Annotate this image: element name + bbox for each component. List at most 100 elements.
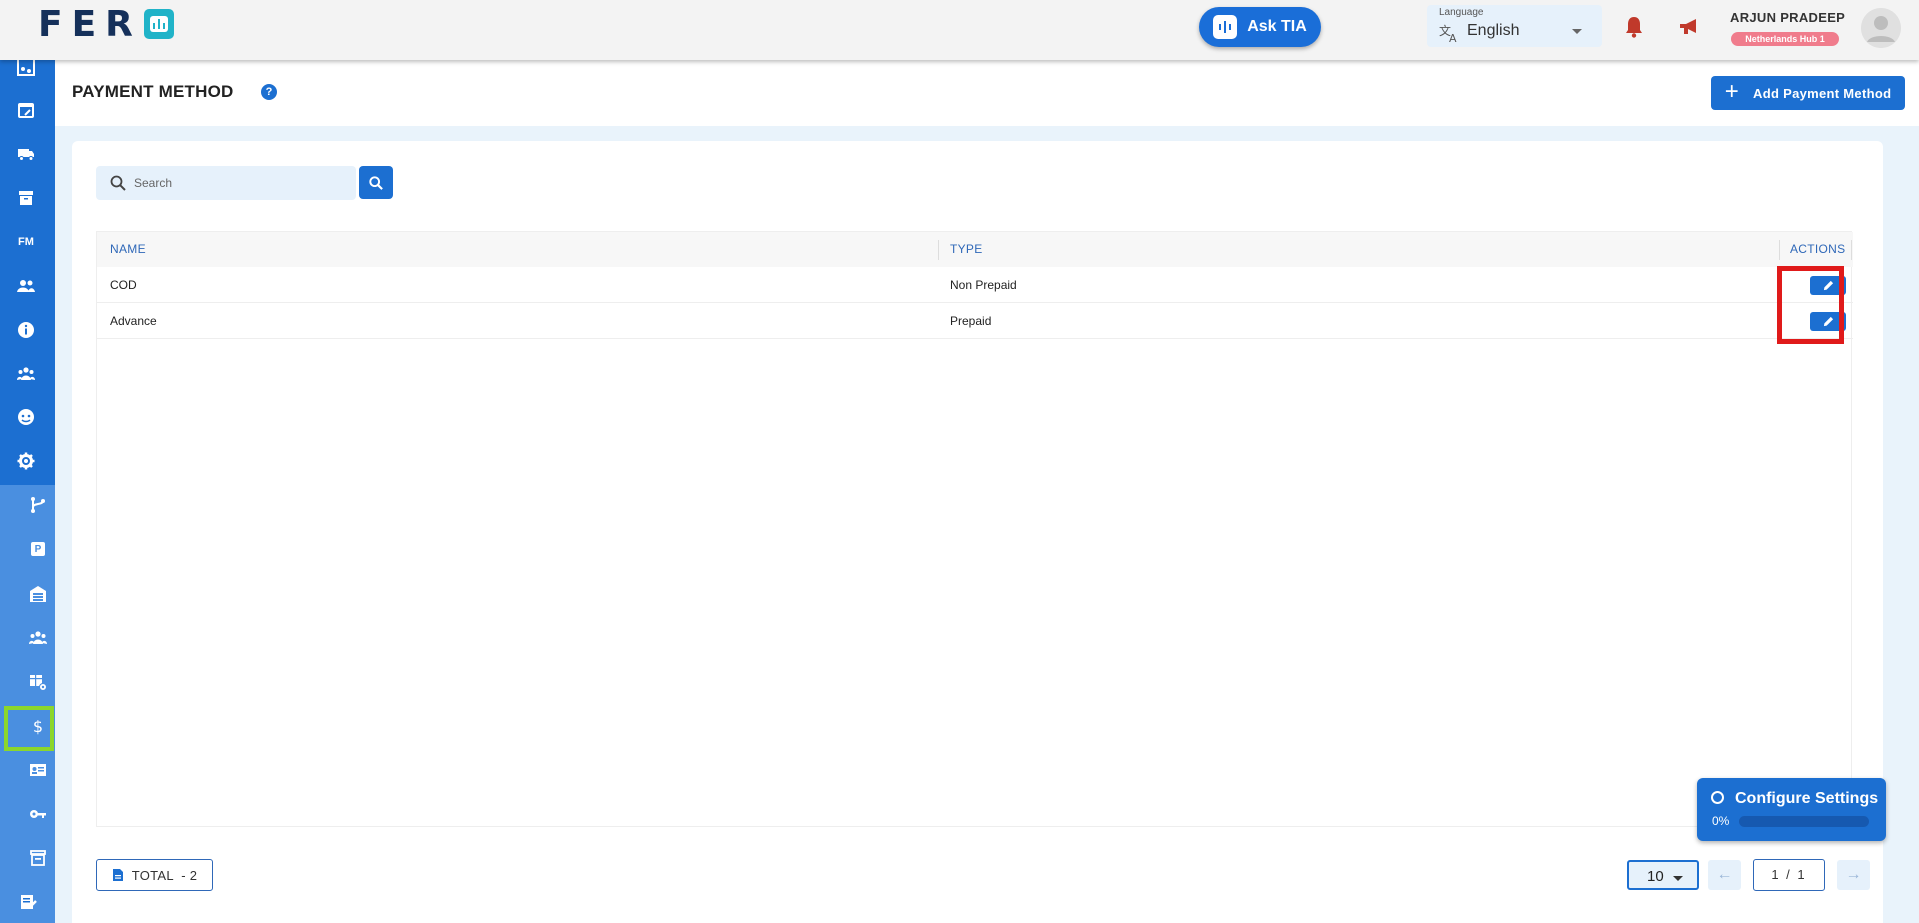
sidebar-item-archive[interactable] <box>14 186 38 210</box>
total-count-button[interactable]: TOTAL - 2 <box>96 859 213 891</box>
search-icon <box>110 175 126 196</box>
add-payment-method-button[interactable]: + Add Payment Method <box>1711 76 1905 110</box>
parking-icon: P <box>34 543 42 555</box>
language-label: Language <box>1439 7 1484 18</box>
sidebar-item-id-card[interactable] <box>26 758 50 782</box>
inventory-icon <box>30 850 46 866</box>
svg-text:A: A <box>1449 32 1457 43</box>
sidebar-item-warehouse[interactable] <box>26 582 50 606</box>
sidebar-item-parking[interactable]: P <box>26 537 50 561</box>
next-page-button[interactable]: → <box>1837 860 1870 890</box>
page-indicator: 1 / 1 <box>1753 859 1825 891</box>
hub-badge[interactable]: Netherlands Hub 1 <box>1731 32 1839 46</box>
language-value: English <box>1467 22 1520 39</box>
page-size-select[interactable]: 10 <box>1627 860 1699 890</box>
fm-label: FM <box>18 236 34 248</box>
sidebar-item-notes[interactable] <box>16 890 40 914</box>
translate-icon: 文A <box>1439 23 1461 48</box>
archive-box-icon <box>19 191 33 205</box>
payment-method-table: NAME TYPE ACTIONS COD Non Prepaid Advanc… <box>96 231 1853 827</box>
team-icon <box>17 367 35 380</box>
table-row[interactable]: Advance Prepaid <box>97 303 1853 339</box>
main-card: NAME TYPE ACTIONS COD Non Prepaid Advanc… <box>72 141 1883 923</box>
table-row[interactable]: COD Non Prepaid <box>97 267 1853 303</box>
bell-icon[interactable] <box>1624 16 1644 43</box>
note-edit-icon <box>21 895 37 909</box>
table-header: NAME TYPE ACTIONS <box>97 232 1853 267</box>
document-icon <box>112 869 123 881</box>
arrow-right-icon: → <box>1845 866 1862 883</box>
chevron-down-icon <box>1572 29 1582 34</box>
total-label: TOTAL - 2 <box>131 867 198 883</box>
key-icon <box>30 810 46 818</box>
logo-text: FER <box>38 3 142 45</box>
search-input[interactable] <box>134 166 344 200</box>
caret-down-icon <box>1673 876 1683 881</box>
arrow-left-icon: ← <box>1716 866 1733 883</box>
user-name: ARJUN PRADEEP <box>1730 10 1846 25</box>
search-box <box>96 166 356 200</box>
add-payment-method-label: Add Payment Method <box>1753 85 1892 101</box>
sidebar-item-routing[interactable] <box>26 493 50 517</box>
sidebar-item-face[interactable] <box>14 405 38 429</box>
cell-type: Non Prepaid <box>950 278 1017 292</box>
page-title: PAYMENT METHOD <box>72 82 234 101</box>
page-title-bar: PAYMENT METHOD ? + Add Payment Method <box>55 60 1919 126</box>
truck-icon <box>18 149 34 161</box>
sidebar-item-users[interactable] <box>14 274 38 298</box>
column-header-actions: ACTIONS <box>1790 242 1846 256</box>
language-select[interactable]: Language 文A English <box>1427 5 1602 47</box>
tia-icon <box>1213 15 1238 39</box>
group-icon <box>29 631 47 644</box>
sidebar-item-schedule[interactable] <box>14 98 38 122</box>
sidebar-item-table-settings[interactable] <box>26 670 50 694</box>
column-divider <box>1779 240 1780 260</box>
top-header: FER Ask TIA Language 文A English ARJUN PR… <box>0 0 1919 60</box>
sidebar-item-settings[interactable] <box>14 449 38 473</box>
sidebar-item-info[interactable] <box>14 318 38 342</box>
dollar-icon: $ <box>33 717 43 735</box>
progress-percent: 0% <box>1712 814 1730 828</box>
column-divider <box>938 240 939 260</box>
sidebar-item-inventory[interactable] <box>26 846 50 870</box>
avatar[interactable] <box>1861 8 1901 48</box>
configure-settings-widget[interactable]: Configure Settings 0% <box>1697 778 1886 841</box>
sidebar-item-keys[interactable] <box>26 802 50 826</box>
sidebar-item-groups[interactable] <box>26 626 50 650</box>
circle-icon <box>1711 791 1724 804</box>
sidebar-item-payment-method[interactable]: $ <box>26 714 50 738</box>
id-card-icon <box>30 764 46 776</box>
ask-tia-label: Ask TIA <box>1247 18 1307 35</box>
search-button[interactable] <box>359 166 393 199</box>
sidebar-item-delivery[interactable] <box>14 142 38 166</box>
configure-settings-title: Configure Settings <box>1735 790 1879 807</box>
progress-bar <box>1739 816 1869 827</box>
actions-highlight-box <box>1777 266 1844 344</box>
logo-mark-icon <box>143 9 174 39</box>
calendar-edit-icon <box>18 103 34 118</box>
gear-icon <box>17 452 35 470</box>
sidebar-item-teams[interactable] <box>14 362 38 386</box>
previous-page-button[interactable]: ← <box>1708 860 1741 890</box>
chart-icon <box>17 58 35 76</box>
column-header-name[interactable]: NAME <box>110 232 146 267</box>
table-gear-icon <box>30 675 47 691</box>
ask-tia-button[interactable]: Ask TIA <box>1199 7 1321 47</box>
users-icon <box>17 280 35 292</box>
search-icon <box>369 175 383 190</box>
help-icon[interactable]: ? <box>261 84 277 100</box>
column-divider <box>1851 240 1852 260</box>
warehouse-icon <box>30 586 46 602</box>
megaphone-icon[interactable] <box>1678 17 1700 42</box>
sidebar-item-fm[interactable]: FM <box>14 230 38 254</box>
cell-type: Prepaid <box>950 314 992 328</box>
fero-logo[interactable]: FER <box>38 3 174 45</box>
page-size-value: 10 <box>1647 868 1664 885</box>
branch-icon <box>31 497 45 513</box>
info-icon <box>18 322 34 338</box>
plus-icon: + <box>1724 78 1740 105</box>
cell-name: Advance <box>110 314 157 328</box>
cell-name: COD <box>110 278 137 292</box>
column-header-type[interactable]: TYPE <box>950 232 983 267</box>
svg-text:$: $ <box>33 717 43 735</box>
